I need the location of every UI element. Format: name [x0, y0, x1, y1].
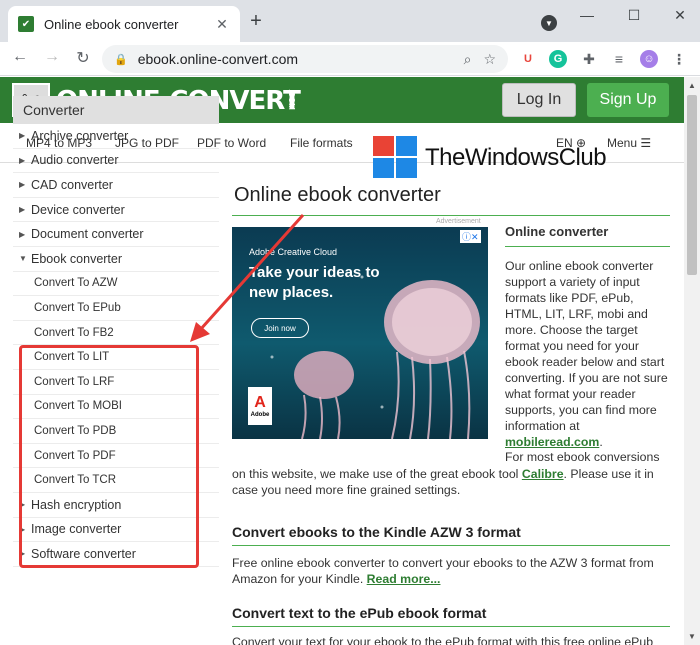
- scroll-up-icon[interactable]: ▲: [687, 81, 697, 90]
- scroll-down-icon[interactable]: ▼: [687, 632, 697, 641]
- page-scrollbar[interactable]: ▲ ▼: [684, 77, 700, 645]
- annotation-arrow: [190, 213, 305, 342]
- scrollbar-thumb[interactable]: [687, 95, 697, 275]
